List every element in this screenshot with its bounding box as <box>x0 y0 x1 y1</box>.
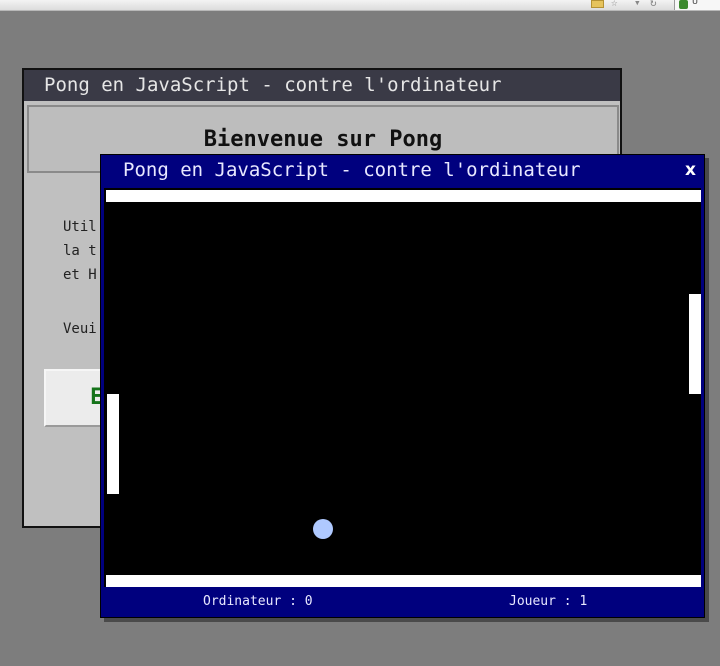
instructions-line-2: la t <box>63 243 97 259</box>
pong-window-title[interactable]: Pong en JavaScript - contre l'ordinateur <box>101 155 704 185</box>
tab-title: U <box>692 0 699 7</box>
bookmark-folder-icon[interactable] <box>591 0 604 8</box>
player-score: Joueur : 1 <box>509 594 588 609</box>
bottom-wall <box>106 575 701 587</box>
instructions-line-3: et H <box>63 267 97 283</box>
browser-toolbar: ☆ ▾ ↻ U <box>0 0 720 11</box>
player-paddle[interactable] <box>689 294 701 394</box>
top-wall <box>106 190 701 202</box>
instructions-line-4: Veui <box>63 321 97 337</box>
tab-favicon-icon <box>679 0 688 9</box>
welcome-heading: Bienvenue sur Pong <box>203 127 443 152</box>
browser-tab[interactable]: U <box>674 0 720 10</box>
star-icon[interactable]: ☆ <box>611 0 618 9</box>
ball <box>313 519 333 539</box>
instructions-line-1: Util <box>63 219 97 235</box>
reload-icon[interactable]: ↻ <box>650 0 657 9</box>
computer-score: Ordinateur : 0 <box>203 594 313 609</box>
close-button[interactable]: x <box>685 161 696 179</box>
game-field[interactable] <box>104 188 701 587</box>
computer-paddle <box>107 394 119 494</box>
dropdown-arrow-icon[interactable]: ▾ <box>634 0 641 9</box>
pong-game-window: Pong en JavaScript - contre l'ordinateur… <box>100 154 705 618</box>
welcome-window-title: Pong en JavaScript - contre l'ordinateur <box>24 70 620 101</box>
